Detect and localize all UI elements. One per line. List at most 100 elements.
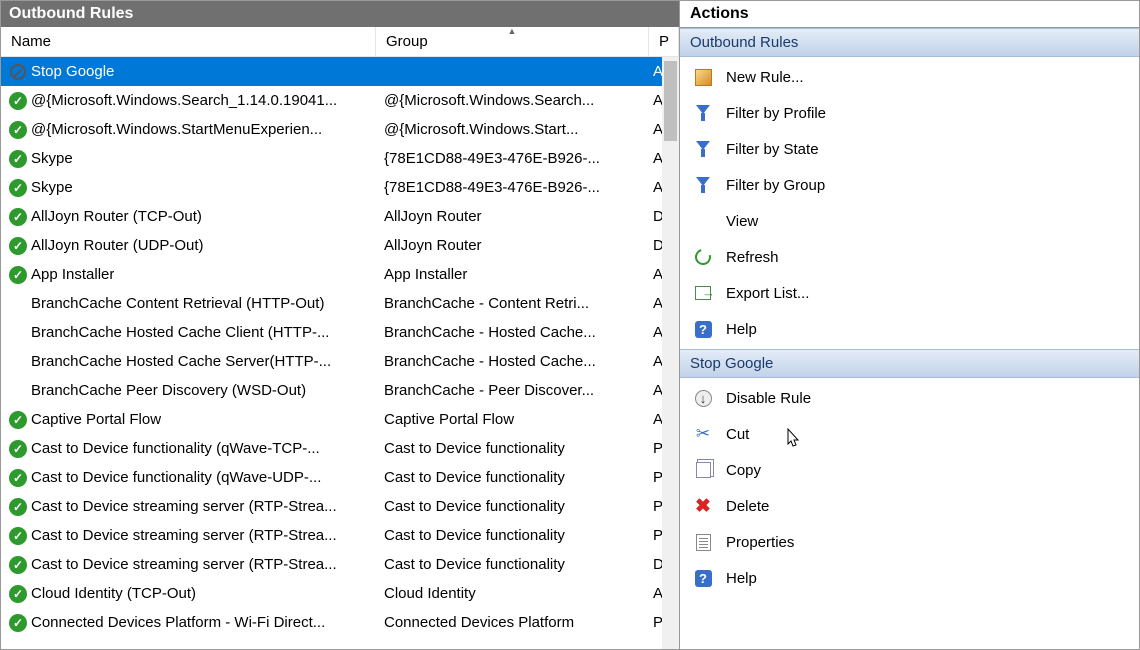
- table-row[interactable]: Cast to Device streaming server (RTP-Str…: [1, 492, 679, 521]
- rule-group: Captive Portal Flow: [376, 411, 649, 428]
- rule-name: Cast to Device streaming server (RTP-Str…: [31, 556, 337, 573]
- check-icon: [9, 556, 27, 574]
- table-row[interactable]: BranchCache Hosted Cache Server(HTTP-...…: [1, 347, 679, 376]
- check-icon: [9, 585, 27, 603]
- rule-group: Cloud Identity: [376, 585, 649, 602]
- table-row[interactable]: App InstallerApp InstallerA: [1, 260, 679, 289]
- rule-name: @{Microsoft.Windows.Search_1.14.0.19041.…: [31, 92, 337, 109]
- rule-group: AllJoyn Router: [376, 208, 649, 225]
- action-cut[interactable]: ✂Cut: [680, 416, 1139, 452]
- table-row[interactable]: Skype{78E1CD88-49E3-476E-B926-...A: [1, 144, 679, 173]
- rule-group: BranchCache - Peer Discover...: [376, 382, 649, 399]
- check-icon: [9, 121, 27, 139]
- action-delete[interactable]: ✖Delete: [680, 488, 1139, 524]
- action-help[interactable]: ?Help: [680, 311, 1139, 347]
- check-icon: [9, 527, 27, 545]
- properties-icon: [696, 534, 711, 551]
- rule-group: Cast to Device functionality: [376, 440, 649, 457]
- rule-group: BranchCache - Hosted Cache...: [376, 353, 649, 370]
- rule-name: Stop Google: [31, 63, 114, 80]
- filter-icon: [696, 141, 710, 157]
- rule-group: Cast to Device functionality: [376, 498, 649, 515]
- action-filter-state[interactable]: Filter by State: [680, 131, 1139, 167]
- rule-group: @{Microsoft.Windows.Search...: [376, 92, 649, 109]
- actions-list-selected: Disable Rule✂Cut Copy ✖DeleteProperties? He…: [680, 378, 1139, 598]
- actions-list-rules: New Rule... Filter by Profile Filter by St…: [680, 57, 1139, 349]
- rule-name: BranchCache Hosted Cache Server(HTTP-...: [31, 353, 331, 370]
- rule-name: Cast to Device streaming server (RTP-Str…: [31, 527, 337, 544]
- vertical-scrollbar[interactable]: [662, 57, 679, 649]
- col-header-p[interactable]: P: [649, 27, 679, 56]
- action-label: Export List...: [726, 285, 809, 302]
- rule-name: Cast to Device streaming server (RTP-Str…: [31, 498, 337, 515]
- action-label: Help: [726, 570, 757, 587]
- action-copy[interactable]: Copy: [680, 452, 1139, 488]
- rule-name: @{Microsoft.Windows.StartMenuExperien...: [31, 121, 322, 138]
- rule-name: App Installer: [31, 266, 114, 283]
- rule-group: Cast to Device functionality: [376, 527, 649, 544]
- check-icon: [9, 208, 27, 226]
- action-label: Filter by Profile: [726, 105, 826, 122]
- filter-icon: [696, 177, 710, 193]
- table-row[interactable]: Cast to Device functionality (qWave-UDP-…: [1, 463, 679, 492]
- rule-group: {78E1CD88-49E3-476E-B926-...: [376, 179, 649, 196]
- table-row[interactable]: BranchCache Peer Discovery (WSD-Out) Bran…: [1, 376, 679, 405]
- export-icon: [695, 286, 711, 300]
- column-headers: Name ▲ Group P: [1, 27, 679, 57]
- disable-icon: [695, 390, 712, 407]
- sort-indicator-icon: ▲: [508, 26, 517, 36]
- table-row[interactable]: BranchCache Hosted Cache Client (HTTP-..…: [1, 318, 679, 347]
- action-label: View: [726, 213, 758, 230]
- rule-name: Skype: [31, 179, 73, 196]
- rule-name: BranchCache Content Retrieval (HTTP-Out): [31, 295, 324, 312]
- action-export[interactable]: Export List...: [680, 275, 1139, 311]
- rule-name: BranchCache Peer Discovery (WSD-Out): [31, 382, 306, 399]
- table-row[interactable]: Connected Devices Platform - Wi-Fi Direc…: [1, 608, 679, 637]
- actions-section-header-rules: Outbound Rules: [680, 28, 1139, 57]
- table-row[interactable]: Stop GoogleA: [1, 57, 679, 86]
- refresh-icon: [692, 246, 714, 268]
- action-properties[interactable]: Properties: [680, 524, 1139, 560]
- table-row[interactable]: Cast to Device streaming server (RTP-Str…: [1, 550, 679, 579]
- col-header-group[interactable]: ▲ Group: [376, 27, 649, 56]
- check-icon: [9, 469, 27, 487]
- action-label: Filter by Group: [726, 177, 825, 194]
- rules-list[interactable]: Stop GoogleA @{Microsoft.Windows.Search_1…: [1, 57, 679, 649]
- rule-group: Connected Devices Platform: [376, 614, 649, 631]
- table-row[interactable]: Cloud Identity (TCP-Out)Cloud IdentityA: [1, 579, 679, 608]
- action-filter-profile[interactable]: Filter by Profile: [680, 95, 1139, 131]
- table-row[interactable]: Cast to Device streaming server (RTP-Str…: [1, 521, 679, 550]
- help-icon: ?: [695, 570, 712, 587]
- new-rule-icon: [695, 69, 712, 86]
- rule-name: Cast to Device functionality (qWave-TCP-…: [31, 440, 320, 457]
- actions-section-header-selected: Stop Google: [680, 349, 1139, 378]
- table-row[interactable]: BranchCache Content Retrieval (HTTP-Out)…: [1, 289, 679, 318]
- firewall-window: Outbound Rules Name ▲ Group P Stop Googl…: [0, 0, 1140, 650]
- actions-title: Actions: [680, 1, 1139, 28]
- table-row[interactable]: @{Microsoft.Windows.Search_1.14.0.19041.…: [1, 86, 679, 115]
- action-disable[interactable]: Disable Rule: [680, 380, 1139, 416]
- table-row[interactable]: @{Microsoft.Windows.StartMenuExperien...…: [1, 115, 679, 144]
- check-icon: [9, 237, 27, 255]
- check-icon: [9, 179, 27, 197]
- action-view[interactable]: View: [680, 203, 1139, 239]
- delete-icon: ✖: [695, 495, 711, 518]
- action-label: Filter by State: [726, 141, 819, 158]
- action-refresh[interactable]: Refresh: [680, 239, 1139, 275]
- col-header-name[interactable]: Name: [1, 27, 376, 56]
- table-row[interactable]: Captive Portal FlowCaptive Portal FlowA: [1, 405, 679, 434]
- rule-group: @{Microsoft.Windows.Start...: [376, 121, 649, 138]
- rule-name: Connected Devices Platform - Wi-Fi Direc…: [31, 614, 325, 631]
- rules-title: Outbound Rules: [1, 1, 679, 27]
- action-new-rule[interactable]: New Rule...: [680, 59, 1139, 95]
- scrollbar-thumb[interactable]: [664, 61, 677, 141]
- table-row[interactable]: Skype{78E1CD88-49E3-476E-B926-...A: [1, 173, 679, 202]
- table-row[interactable]: Cast to Device functionality (qWave-TCP-…: [1, 434, 679, 463]
- table-row[interactable]: AllJoyn Router (TCP-Out)AllJoyn RouterD: [1, 202, 679, 231]
- action-help2[interactable]: ? Help: [680, 560, 1139, 596]
- action-filter-group[interactable]: Filter by Group: [680, 167, 1139, 203]
- action-label: Help: [726, 321, 757, 338]
- action-label: Copy: [726, 462, 761, 479]
- table-row[interactable]: AllJoyn Router (UDP-Out)AllJoyn RouterD: [1, 231, 679, 260]
- check-icon: [9, 440, 27, 458]
